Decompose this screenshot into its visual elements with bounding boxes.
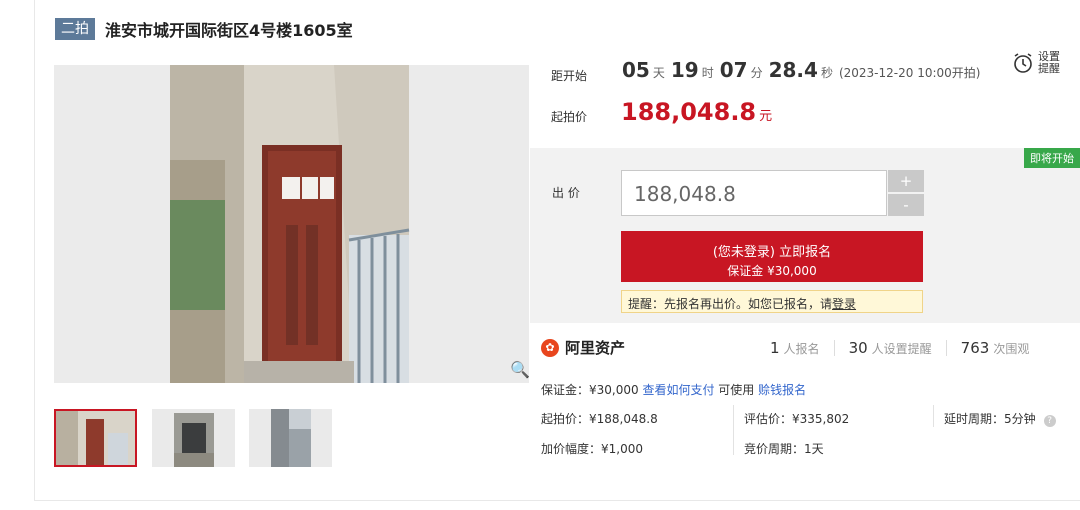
- reminders-count: 30: [848, 339, 868, 357]
- page-title: 淮安市城开国际街区4号楼1605室: [105, 21, 353, 40]
- start-price-label: 起拍价: [551, 110, 588, 124]
- signups-label: 人报名: [783, 341, 820, 356]
- detail-divider: [733, 405, 734, 455]
- platform-name: 阿里资产: [565, 339, 626, 357]
- thumbnail-door-image: [56, 411, 135, 465]
- start-price-unit: 元: [759, 109, 773, 124]
- thumbnail-tower-image: [249, 409, 332, 467]
- login-link[interactable]: 登录: [832, 297, 856, 311]
- countdown-timer: 05 天 19 时 07 分 28.4 秒 (2023-12-20 10:00开拍): [622, 58, 980, 82]
- signup-button-label: (您未登录) 立即报名: [712, 245, 832, 260]
- how-to-pay-link[interactable]: 查看如何支付: [642, 383, 714, 397]
- start-price: 188,048.8 元: [621, 98, 772, 126]
- start-time: (2023-12-20 10:00开拍): [838, 66, 981, 80]
- usable-text: 可使用: [718, 383, 755, 397]
- status-badge: 即将开始: [1024, 148, 1080, 168]
- decrease-bid-button[interactable]: -: [888, 194, 924, 216]
- increase-bid-button[interactable]: +: [888, 170, 924, 192]
- title-bar: 二拍 淮安市城开国际街区4号楼1605室: [55, 16, 353, 42]
- thumbnail-2[interactable]: [152, 409, 235, 467]
- auction-round-badge: 二拍: [55, 18, 95, 40]
- countdown-hours: 19: [670, 58, 699, 82]
- thumbnail-1[interactable]: [54, 409, 137, 467]
- countdown-label: 距开始: [551, 69, 588, 83]
- ali-assets-logo-icon: ✿: [541, 338, 559, 357]
- countdown-seconds: 28.4: [768, 58, 818, 82]
- bid-label: 出 价: [552, 186, 580, 200]
- minutes-unit: 分: [750, 66, 763, 80]
- set-reminder-button[interactable]: 设置提醒: [1012, 51, 1062, 75]
- start-price-value: 188,048.8: [621, 98, 757, 126]
- signups-count: 1: [770, 339, 780, 357]
- detail-bid-period: 竞价周期：1天: [744, 442, 824, 456]
- views-count: 763: [960, 339, 990, 357]
- door-photo-image: [54, 65, 529, 383]
- deposit-label: 保证金 ¥30,000: [727, 264, 817, 278]
- login-notice: 提醒：先报名再出价。如您已报名，请登录: [621, 290, 923, 313]
- detail-appraisal: 评估价：¥335,802: [744, 412, 850, 426]
- thumbnail-3[interactable]: [249, 409, 332, 467]
- alarm-clock-icon: [1014, 53, 1032, 73]
- notice-text: 提醒：先报名再出价。如您已报名，请: [628, 297, 833, 311]
- views-label: 次围观: [993, 341, 1030, 356]
- stats-divider: [833, 340, 835, 356]
- thumbnail-building-entrance-image: [152, 409, 235, 467]
- magnify-icon[interactable]: 🔍: [510, 360, 530, 379]
- loan-signup-link[interactable]: 赊钱报名: [758, 383, 806, 397]
- signup-button[interactable]: (您未登录) 立即报名 保证金 ¥30,000: [621, 231, 923, 282]
- platform-brand[interactable]: ✿ 阿里资产: [541, 337, 625, 358]
- set-reminder-label: 设置提醒: [1038, 50, 1060, 75]
- deposit-row: 保证金：¥30,000 查看如何支付 可使用 赊钱报名: [541, 381, 806, 398]
- detail-divider: [933, 405, 934, 427]
- detail-start-price: 起拍价：¥188,048.8: [541, 412, 658, 426]
- stats-divider: [945, 340, 947, 356]
- help-icon[interactable]: ?: [1043, 415, 1056, 427]
- auction-stats: 1 人报名 30 人设置提醒 763 次围观: [770, 339, 1029, 357]
- seconds-unit: 秒: [820, 66, 833, 80]
- days-unit: 天: [652, 66, 665, 80]
- countdown-minutes: 07: [719, 58, 748, 82]
- detail-increment: 加价幅度：¥1,000: [541, 442, 643, 456]
- countdown-days: 05: [622, 58, 650, 82]
- delay-text: 延时周期：5分钟: [944, 412, 1036, 426]
- detail-delay-period: 延时周期：5分钟?: [944, 410, 1056, 427]
- deposit-text: 保证金：¥30,000: [541, 383, 639, 397]
- bid-area: 即将开始 出 价 188,048.8 + - (您未登录) 立即报名 保证金 ¥…: [530, 148, 1080, 323]
- bid-input[interactable]: 188,048.8: [621, 170, 887, 216]
- hours-unit: 时: [701, 66, 714, 80]
- reminders-label: 人设置提醒: [871, 341, 932, 356]
- main-photo[interactable]: [54, 65, 529, 383]
